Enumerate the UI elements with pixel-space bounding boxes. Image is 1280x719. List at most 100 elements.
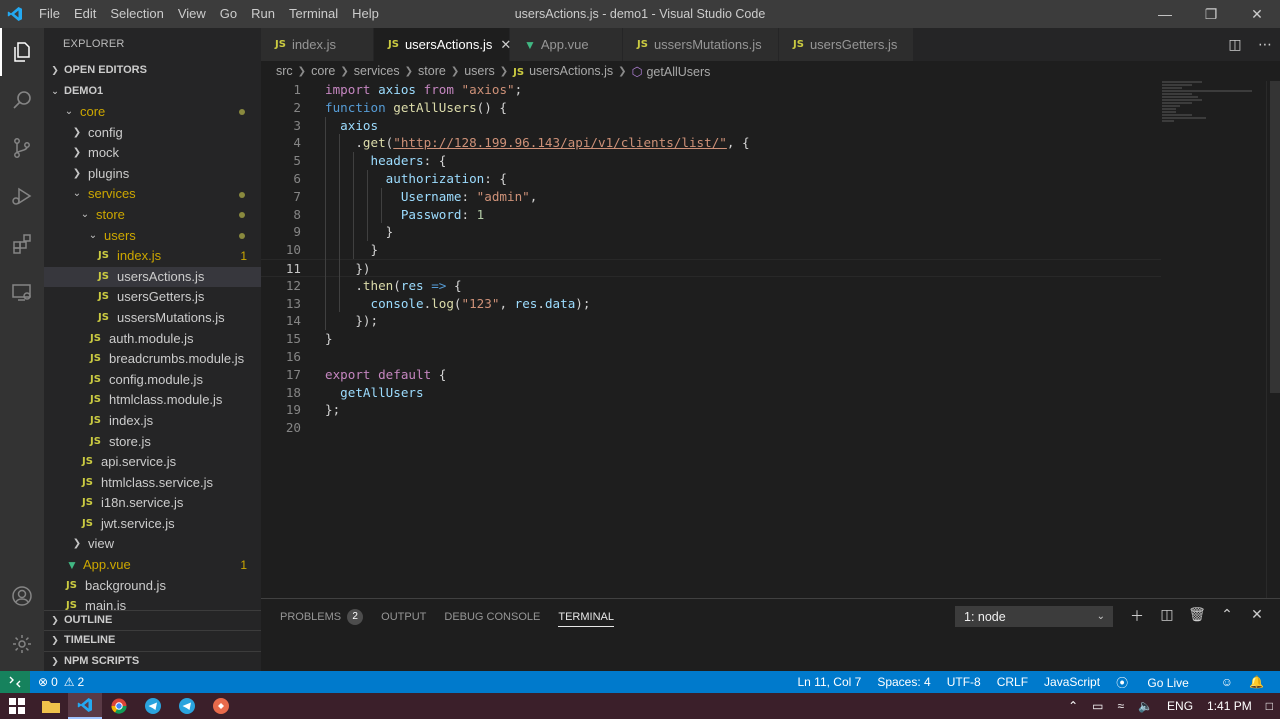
- project-section[interactable]: ⌄ DEMO1: [44, 81, 261, 102]
- tree-item-usersgetters-js[interactable]: JS usersGetters.js: [44, 287, 261, 308]
- action-center-icon[interactable]: □: [1266, 699, 1273, 713]
- wifi-icon[interactable]: ≈: [1117, 699, 1124, 713]
- source-control-icon[interactable]: [0, 124, 44, 172]
- breadcrumb-item-users[interactable]: users: [464, 64, 495, 78]
- menu-item-view[interactable]: View: [171, 0, 213, 28]
- tree-item-view[interactable]: ❯ view: [44, 534, 261, 555]
- scrollbar-thumb[interactable]: [1270, 81, 1280, 393]
- tab-index-js[interactable]: JS index.js: [261, 28, 374, 61]
- breadcrumb-item-src[interactable]: src: [276, 64, 293, 78]
- npm-scripts-section[interactable]: ❯ NPM SCRIPTS: [44, 650, 261, 672]
- encoding[interactable]: UTF-8: [947, 675, 981, 689]
- minimap[interactable]: [1162, 81, 1266, 141]
- tab-ussersmutations-js[interactable]: JS ussersMutations.js: [623, 28, 779, 61]
- more-actions-icon[interactable]: ⋯: [1250, 36, 1280, 53]
- telegram-icon[interactable]: [136, 693, 170, 719]
- battery-icon[interactable]: ▭: [1092, 699, 1103, 713]
- remote-explorer-icon[interactable]: [0, 268, 44, 316]
- tree-item-auth-module-js[interactable]: JS auth.module.js: [44, 329, 261, 350]
- file-explorer-icon[interactable]: [34, 693, 68, 719]
- tree-item-api-service-js[interactable]: JS api.service.js: [44, 452, 261, 473]
- indentation[interactable]: Spaces: 4: [877, 675, 930, 689]
- cursor-position[interactable]: Ln 11, Col 7: [798, 675, 862, 689]
- menu-item-help[interactable]: Help: [345, 0, 386, 28]
- notifications-bell-icon[interactable]: 🔔: [1249, 675, 1264, 689]
- menu-item-go[interactable]: Go: [213, 0, 244, 28]
- tree-item-htmlclass-module-js[interactable]: JS htmlclass.module.js: [44, 390, 261, 411]
- minimize-icon[interactable]: —: [1142, 0, 1188, 28]
- tab-app-vue[interactable]: ▼ App.vue: [510, 28, 623, 61]
- timeline-section[interactable]: ❯ TIMELINE: [44, 630, 261, 651]
- clock[interactable]: 1:41 PM: [1207, 699, 1252, 713]
- tab-usersactions-js[interactable]: JS usersActions.js ✕: [374, 28, 511, 61]
- tree-item-plugins[interactable]: ❯ plugins: [44, 164, 261, 185]
- maximize-panel-icon[interactable]: ⌃: [1212, 606, 1242, 626]
- tree-item-app-vue[interactable]: ▼ App.vue 1: [44, 555, 261, 576]
- remote-indicator-icon[interactable]: [0, 671, 30, 693]
- terminal-select[interactable]: 1: node ⌄: [955, 606, 1113, 627]
- split-terminal-icon[interactable]: ◫: [1152, 606, 1182, 626]
- tree-item-htmlclass-service-js[interactable]: JS htmlclass.service.js: [44, 473, 261, 494]
- menu-item-selection[interactable]: Selection: [103, 0, 170, 28]
- new-terminal-icon[interactable]: ＋: [1122, 606, 1152, 626]
- close-window-icon[interactable]: ✕: [1234, 0, 1280, 28]
- trash-icon[interactable]: 🗑: [1182, 606, 1212, 626]
- panel-tab-problems[interactable]: PROBLEMS 2: [280, 599, 364, 634]
- chrome-icon[interactable]: [102, 693, 136, 719]
- language-mode[interactable]: JavaScript: [1044, 675, 1100, 689]
- tree-item-users[interactable]: ⌄ users: [44, 226, 261, 247]
- breadcrumb-item-usersactions-js[interactable]: JS usersActions.js: [513, 64, 613, 78]
- tree-item-store-js[interactable]: JS store.js: [44, 432, 261, 453]
- open-editors-section[interactable]: ❯ OPEN EDITORS: [44, 60, 261, 81]
- outline-section[interactable]: ❯ OUTLINE: [44, 609, 261, 631]
- tree-item-i18n-service-js[interactable]: JS i18n.service.js: [44, 493, 261, 514]
- tree-item-background-js[interactable]: JS background.js: [44, 576, 261, 597]
- restore-icon[interactable]: ❐: [1188, 0, 1234, 28]
- menu-item-run[interactable]: Run: [244, 0, 282, 28]
- breadcrumb-item-core[interactable]: core: [311, 64, 335, 78]
- windows-start-icon[interactable]: [0, 693, 34, 719]
- breadcrumb-item-getallusers[interactable]: ⬡ getAllUsers: [632, 64, 711, 79]
- go-live-button[interactable]: ⦿ Go Live: [1116, 674, 1205, 691]
- close-panel-icon[interactable]: ✕: [1242, 606, 1272, 626]
- panel-tab-terminal[interactable]: TERMINAL: [558, 599, 614, 634]
- vscode-taskbar-icon[interactable]: [68, 693, 102, 719]
- tree-item-mock[interactable]: ❯ mock: [44, 143, 261, 164]
- search-icon[interactable]: [0, 76, 44, 124]
- panel-tab-debug-console[interactable]: DEBUG CONSOLE: [444, 599, 540, 634]
- editor-scrollbar[interactable]: [1266, 81, 1280, 598]
- menu-item-terminal[interactable]: Terminal: [282, 0, 345, 28]
- tree-item-config-module-js[interactable]: JS config.module.js: [44, 370, 261, 391]
- tree-item-config[interactable]: ❯ config: [44, 123, 261, 144]
- breadcrumb-item-store[interactable]: store: [418, 64, 446, 78]
- feedback-icon[interactable]: ☺: [1221, 675, 1233, 689]
- menu-item-file[interactable]: File: [32, 0, 67, 28]
- volume-icon[interactable]: 🔈: [1138, 699, 1153, 713]
- tab-usersgetters-js[interactable]: JS usersGetters.js: [779, 28, 914, 61]
- tree-item-index-js[interactable]: JS index.js 1: [44, 246, 261, 267]
- tree-item-usersactions-js[interactable]: JS usersActions.js: [44, 266, 261, 288]
- tree-item-store[interactable]: ⌄ store: [44, 205, 261, 226]
- menu-item-edit[interactable]: Edit: [67, 0, 103, 28]
- panel-tab-output[interactable]: OUTPUT: [381, 599, 426, 634]
- line-endings[interactable]: CRLF: [997, 675, 1028, 689]
- tree-item-core[interactable]: ⌄ core: [44, 102, 261, 123]
- tree-item-index-js[interactable]: JS index.js: [44, 411, 261, 432]
- run-debug-icon[interactable]: [0, 172, 44, 220]
- accounts-icon[interactable]: [0, 572, 44, 620]
- extensions-icon[interactable]: [0, 220, 44, 268]
- tree-item-ussersmutations-js[interactable]: JS ussersMutations.js: [44, 308, 261, 329]
- input-language[interactable]: ENG: [1167, 699, 1193, 713]
- problems-indicator[interactable]: ⊗ 0 ⚠ 2: [38, 675, 84, 689]
- app-icon[interactable]: [204, 693, 238, 719]
- manage-gear-icon[interactable]: [0, 620, 44, 668]
- tree-item-jwt-service-js[interactable]: JS jwt.service.js: [44, 514, 261, 535]
- tray-chevron-up-icon[interactable]: ⌃: [1068, 699, 1078, 713]
- tree-item-services[interactable]: ⌄ services: [44, 184, 261, 205]
- code-editor[interactable]: 1 import axios from "axios"; 2 function get…: [261, 81, 1280, 598]
- telegram-icon-2[interactable]: [170, 693, 204, 719]
- explorer-icon[interactable]: [0, 28, 44, 76]
- split-editor-icon[interactable]: ◫: [1220, 36, 1250, 53]
- tree-item-breadcrumbs-module-js[interactable]: JS breadcrumbs.module.js: [44, 349, 261, 370]
- breadcrumb-item-services[interactable]: services: [354, 64, 400, 78]
